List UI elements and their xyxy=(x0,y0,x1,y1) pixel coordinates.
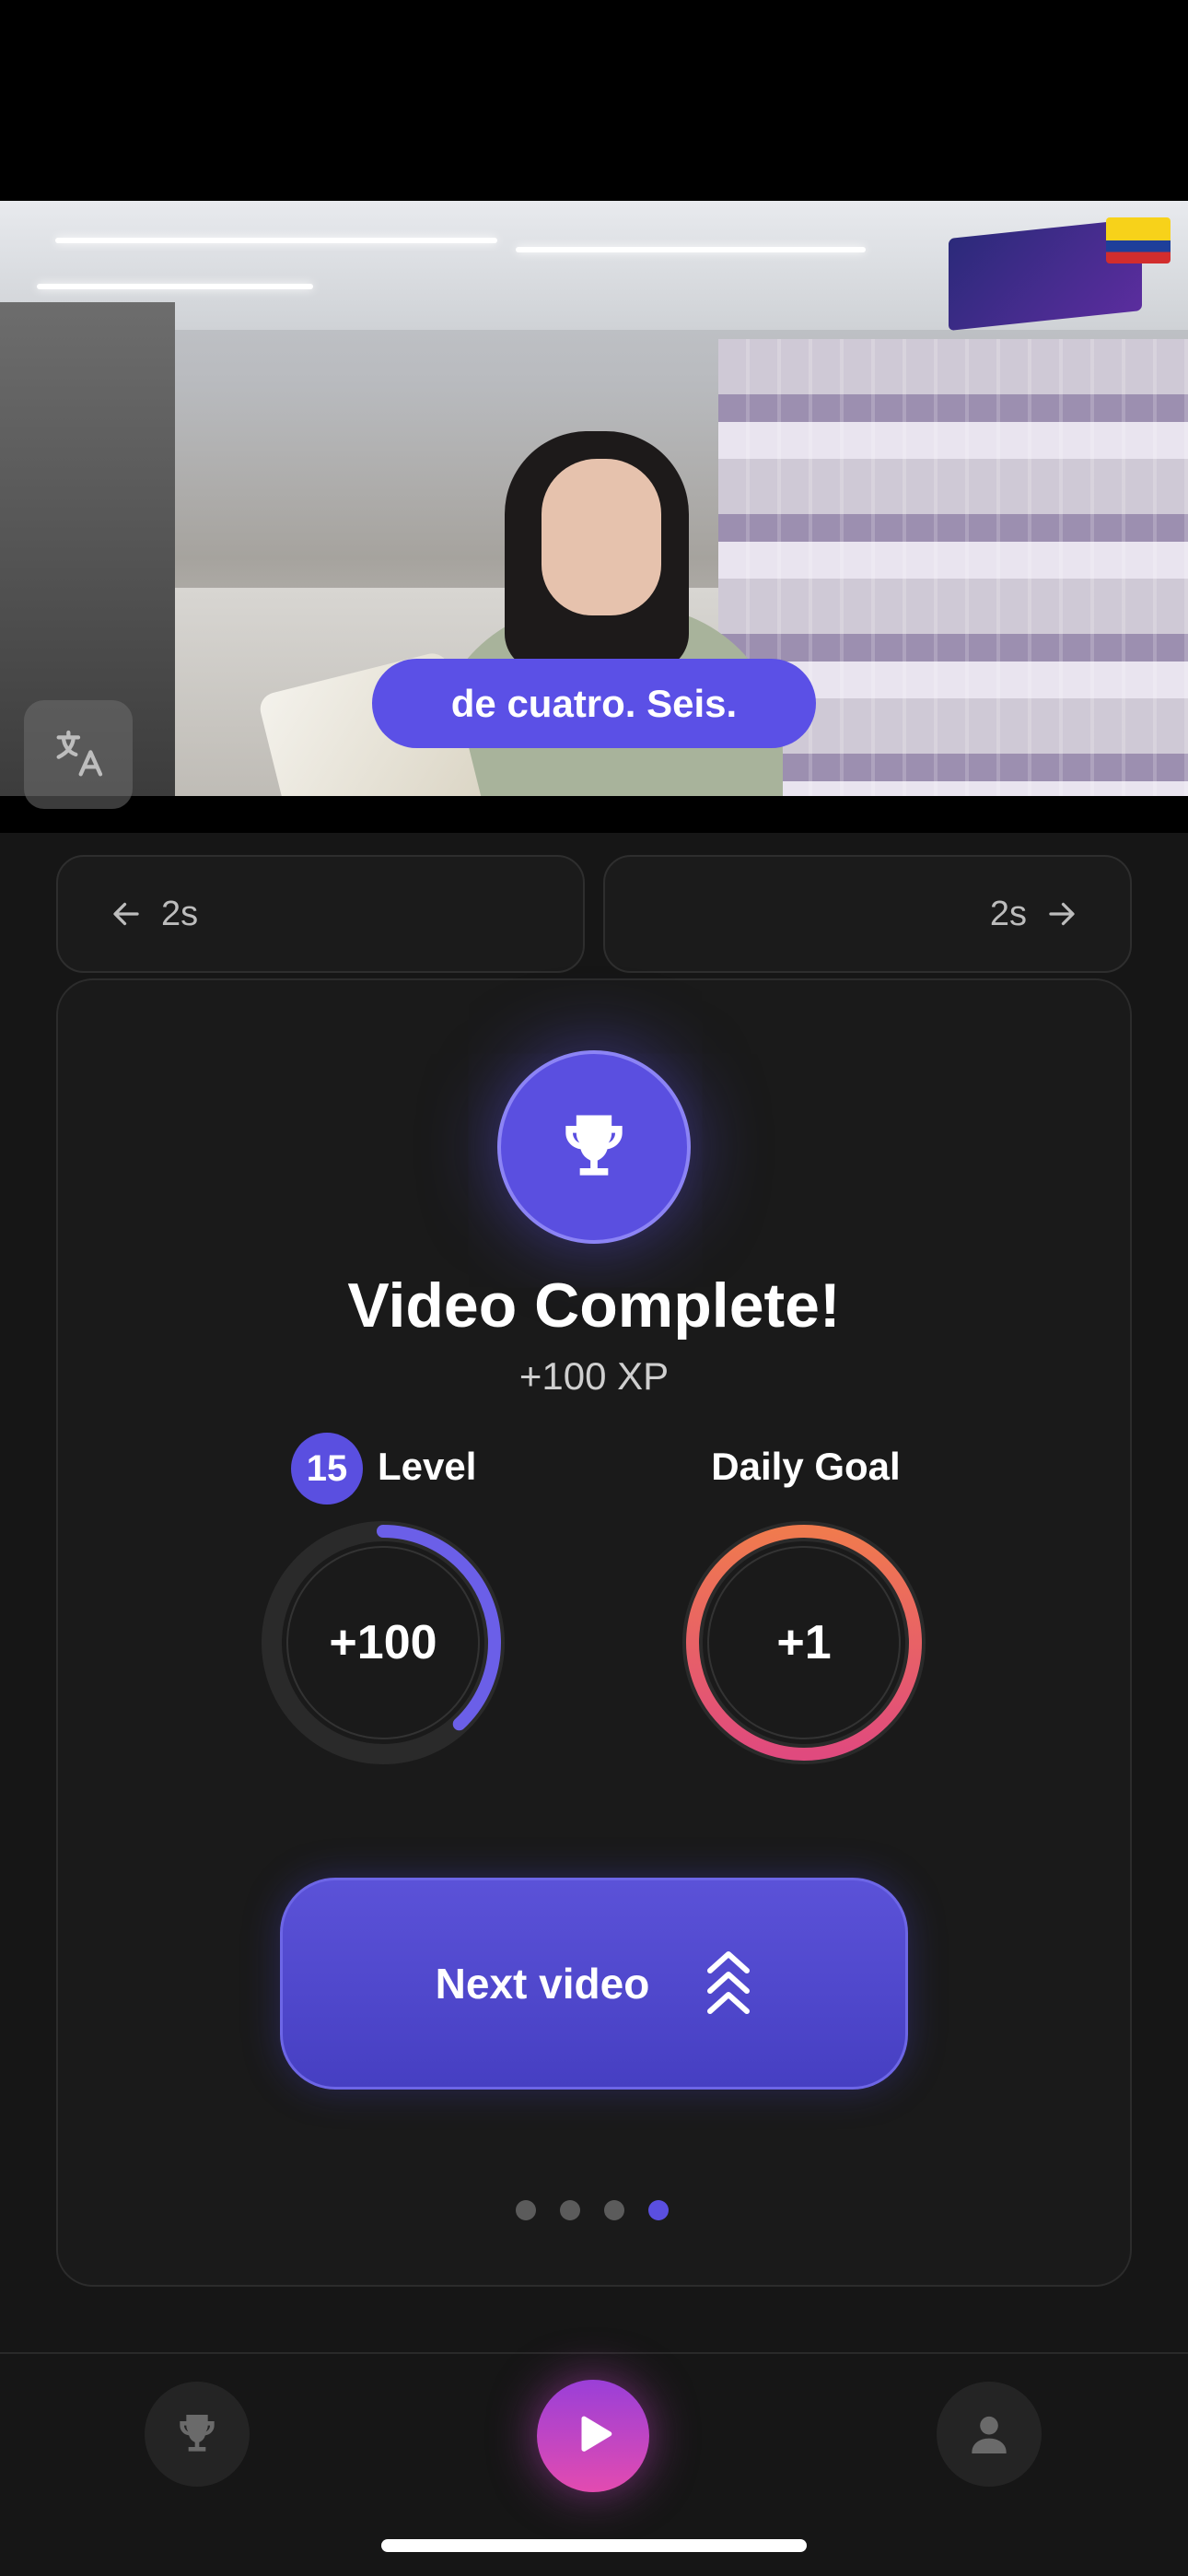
seek-forward-label: 2s xyxy=(989,894,1027,933)
video-scene-light xyxy=(37,284,313,289)
page-indicator xyxy=(516,2200,669,2220)
level-number-badge: 15 xyxy=(291,1433,363,1505)
page-dot[interactable] xyxy=(560,2200,580,2220)
video-scene-light xyxy=(55,238,497,243)
chevrons-up-icon xyxy=(707,1951,751,2014)
status-bar-area xyxy=(0,0,1188,201)
tab-leaderboard[interactable] xyxy=(145,2382,250,2487)
page-dot[interactable] xyxy=(516,2200,536,2220)
daily-goal-label: Daily Goal xyxy=(711,1445,901,1488)
subtitle-caption[interactable]: de cuatro. Seis. xyxy=(372,659,816,748)
next-video-button[interactable]: Next video xyxy=(280,1878,908,2090)
colombia-flag-icon xyxy=(1106,217,1171,263)
video-bottom-bar xyxy=(0,796,1188,833)
completion-title: Video Complete! xyxy=(347,1270,841,1341)
video-scene-light xyxy=(516,247,866,252)
tab-profile[interactable] xyxy=(937,2382,1042,2487)
video-scene-person-face xyxy=(542,459,661,615)
tab-play[interactable] xyxy=(537,2380,649,2492)
daily-goal-ring: +1 xyxy=(681,1520,926,1765)
tab-bar-divider xyxy=(0,2352,1188,2354)
user-icon xyxy=(972,2416,1007,2453)
trophy-badge xyxy=(497,1050,691,1244)
page-dot[interactable] xyxy=(648,2200,669,2220)
subtitle-text: de cuatro. Seis. xyxy=(450,681,738,725)
level-xp-value: +100 xyxy=(329,1616,437,1669)
trophy-icon xyxy=(565,1115,623,1176)
xp-earned: +100 XP xyxy=(518,1354,670,1398)
daily-goal-value: +1 xyxy=(776,1616,832,1669)
arrow-right-icon xyxy=(1049,902,1075,926)
page-dot[interactable] xyxy=(604,2200,624,2220)
level-label: Level xyxy=(378,1445,477,1488)
next-video-label: Next video xyxy=(435,1960,650,2008)
translate-icon xyxy=(56,730,103,777)
level-progress-ring: +100 xyxy=(261,1520,506,1765)
home-indicator xyxy=(381,2539,807,2552)
translate-button[interactable] xyxy=(24,700,133,809)
seek-back-label: 2s xyxy=(161,894,199,933)
seek-forward-button[interactable]: 2s xyxy=(603,855,1132,973)
seek-back-button[interactable]: 2s xyxy=(56,855,585,973)
arrow-left-icon xyxy=(113,902,139,926)
trophy-icon xyxy=(180,2415,215,2452)
play-icon xyxy=(581,2416,612,2452)
